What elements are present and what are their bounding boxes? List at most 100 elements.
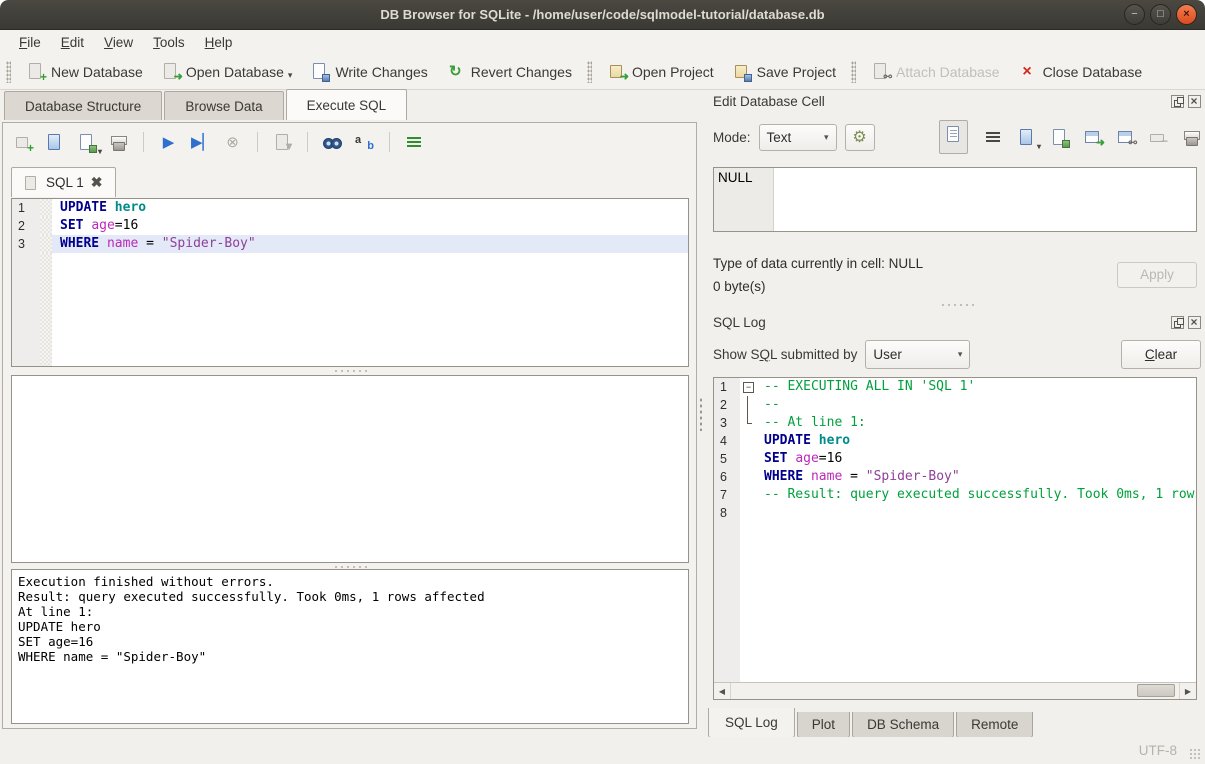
tab-database-structure[interactable]: Database Structure <box>4 91 162 120</box>
sql-1-tab[interactable]: SQL 1 ✖ <box>11 167 116 197</box>
revert-changes-icon: ↻ <box>446 62 465 81</box>
execute-all-icon[interactable]: ▶ <box>159 133 178 152</box>
save-sql-file-icon[interactable]: ▾ <box>77 133 96 152</box>
cell-value-editor[interactable]: NULL <box>713 167 1197 232</box>
log-line: 6 WHERE name = "Spider-Boy" <box>714 468 1196 486</box>
new-sql-tab-icon[interactable]: + <box>13 133 32 152</box>
execute-current-line-icon[interactable]: ▶▏ <box>191 133 210 152</box>
cell-link-icon[interactable]: ⚯ <box>1116 128 1135 147</box>
clear-log-button[interactable]: Clear <box>1121 340 1201 369</box>
fold-collapse-icon[interactable] <box>740 378 756 396</box>
title-bar[interactable]: DB Browser for SQLite - /home/user/code/… <box>0 0 1205 30</box>
log-line: 3 -- At line 1: <box>714 414 1196 432</box>
word-wrap-icon[interactable] <box>984 128 1003 147</box>
close-tab-icon[interactable]: ✖ <box>91 174 103 191</box>
menu-edit[interactable]: Edit <box>52 32 93 53</box>
tab-browse-data[interactable]: Browse Data <box>164 91 283 120</box>
resize-grip[interactable] <box>1189 748 1201 760</box>
submitted-by-select[interactable]: User▾ <box>865 340 970 369</box>
toolbar-grip[interactable] <box>851 61 856 83</box>
main-tab-bar: Database Structure Browse Data Execute S… <box>4 91 409 120</box>
toolbar-grip[interactable] <box>6 61 11 83</box>
dock-tab-plot[interactable]: Plot <box>797 712 850 738</box>
close-dock-icon[interactable] <box>1188 95 1201 108</box>
right-panel: Edit Database Cell Mode: Text▾ ⚙ ▾ ➜ <box>705 90 1205 737</box>
sql-log-dock-header: SQL Log <box>713 314 1201 330</box>
float-dock-icon[interactable] <box>1171 95 1184 108</box>
menu-help[interactable]: Help <box>196 32 242 53</box>
set-null-icon: − <box>1149 128 1168 147</box>
open-project-button[interactable]: ➜ Open Project <box>598 57 723 86</box>
filter-label: Show SQL submitted by <box>713 347 857 362</box>
text-mode-button[interactable] <box>939 120 968 154</box>
write-changes-button[interactable]: Write Changes <box>301 57 436 86</box>
format-sql-icon[interactable] <box>405 133 424 152</box>
print-icon[interactable] <box>109 133 128 152</box>
auto-apply-button[interactable]: ⚙ <box>845 124 875 151</box>
chevron-down-icon: ▾ <box>958 349 963 360</box>
output-line: Execution finished without errors. <box>18 574 682 589</box>
scrollbar-thumb[interactable] <box>1137 684 1175 697</box>
close-database-icon: × <box>1018 62 1037 81</box>
dock-splitter[interactable] <box>713 301 1201 309</box>
dock-tab-sql-log[interactable]: SQL Log <box>708 708 795 738</box>
revert-changes-button[interactable]: ↻ Revert Changes <box>437 57 581 86</box>
log-line: 5 SET age=16 <box>714 450 1196 468</box>
close-database-button[interactable]: × Close Database <box>1009 57 1152 86</box>
maximize-icon[interactable]: □ <box>1150 4 1171 25</box>
float-dock-icon[interactable] <box>1171 316 1184 329</box>
cell-type-info: Type of data currently in cell: NULL <box>713 256 923 271</box>
tab-execute-sql[interactable]: Execute SQL <box>286 89 408 120</box>
window-title: DB Browser for SQLite - /home/user/code/… <box>0 7 1205 22</box>
edit-cell-dock-header: Edit Database Cell <box>713 93 1201 109</box>
mode-select[interactable]: Text▾ <box>759 124 837 151</box>
app-window: DB Browser for SQLite - /home/user/code/… <box>0 0 1205 764</box>
open-database-button[interactable]: ➜ Open Database ▾ <box>152 57 302 86</box>
status-bar: UTF-8 <box>0 737 1205 764</box>
close-dock-icon[interactable] <box>1188 316 1201 329</box>
sql-editor[interactable]: 1 UPDATE hero 2 SET age=16 3 WHERE name … <box>11 198 689 367</box>
attach-database-button: ⚯ Attach Database <box>862 57 1009 86</box>
import-data-icon[interactable]: ▾ <box>1017 128 1036 147</box>
toolbar-grip[interactable] <box>587 61 592 83</box>
editor-line: 2 SET age=16 <box>12 217 688 235</box>
dock-tab-db-schema[interactable]: DB Schema <box>852 712 954 738</box>
edit-cell-title: Edit Database Cell <box>713 94 825 109</box>
menu-tools[interactable]: Tools <box>144 32 194 53</box>
log-line: 8 <box>714 504 1196 522</box>
new-database-button[interactable]: + New Database <box>17 57 152 86</box>
export-results-icon: ▾ <box>273 133 292 152</box>
menu-file[interactable]: File <box>10 32 50 53</box>
save-project-icon <box>732 62 751 81</box>
editor-results-splitter[interactable] <box>11 367 689 375</box>
close-icon[interactable]: × <box>1176 4 1197 25</box>
sql-log-view[interactable]: 1 -- EXECUTING ALL IN 'SQL 1' 2 -- 3 -- … <box>713 377 1197 700</box>
sql-log-title: SQL Log <box>713 315 766 330</box>
dock-tab-remote[interactable]: Remote <box>956 712 1033 738</box>
log-horizontal-scrollbar[interactable]: ◀ ▶ <box>714 682 1196 699</box>
stop-icon: ⊗ <box>223 133 242 152</box>
print-cell-icon[interactable] <box>1182 128 1201 147</box>
execution-output[interactable]: Execution finished without errors. Resul… <box>11 569 689 724</box>
export-data-icon[interactable] <box>1050 128 1069 147</box>
menu-view[interactable]: View <box>95 32 142 53</box>
encoding-indicator: UTF-8 <box>1139 743 1177 758</box>
sql-file-icon <box>24 175 39 191</box>
left-panel: Database Structure Browse Data Execute S… <box>0 90 699 737</box>
minimize-icon[interactable]: − <box>1124 4 1145 25</box>
scroll-right-icon[interactable]: ▶ <box>1180 687 1196 696</box>
panel-splitter[interactable] <box>697 90 705 737</box>
scroll-left-icon[interactable]: ◀ <box>714 687 730 696</box>
external-app-icon[interactable]: ➜ <box>1083 128 1102 147</box>
save-project-button[interactable]: Save Project <box>723 57 845 86</box>
output-line: Result: query executed successfully. Too… <box>18 589 682 604</box>
main-area: Database Structure Browse Data Execute S… <box>0 90 1205 737</box>
main-toolbar: + New Database ➜ Open Database ▾ Write C… <box>0 54 1205 90</box>
dropdown-caret-icon[interactable]: ▾ <box>288 70 293 81</box>
attach-database-icon: ⚯ <box>871 62 890 81</box>
results-pane[interactable] <box>11 375 689 563</box>
open-sql-file-icon[interactable] <box>45 133 64 152</box>
dock-tab-bar: SQL Log Plot DB Schema Remote <box>708 708 1035 738</box>
replace-icon[interactable]: ab <box>355 133 374 152</box>
find-icon[interactable] <box>323 133 342 152</box>
